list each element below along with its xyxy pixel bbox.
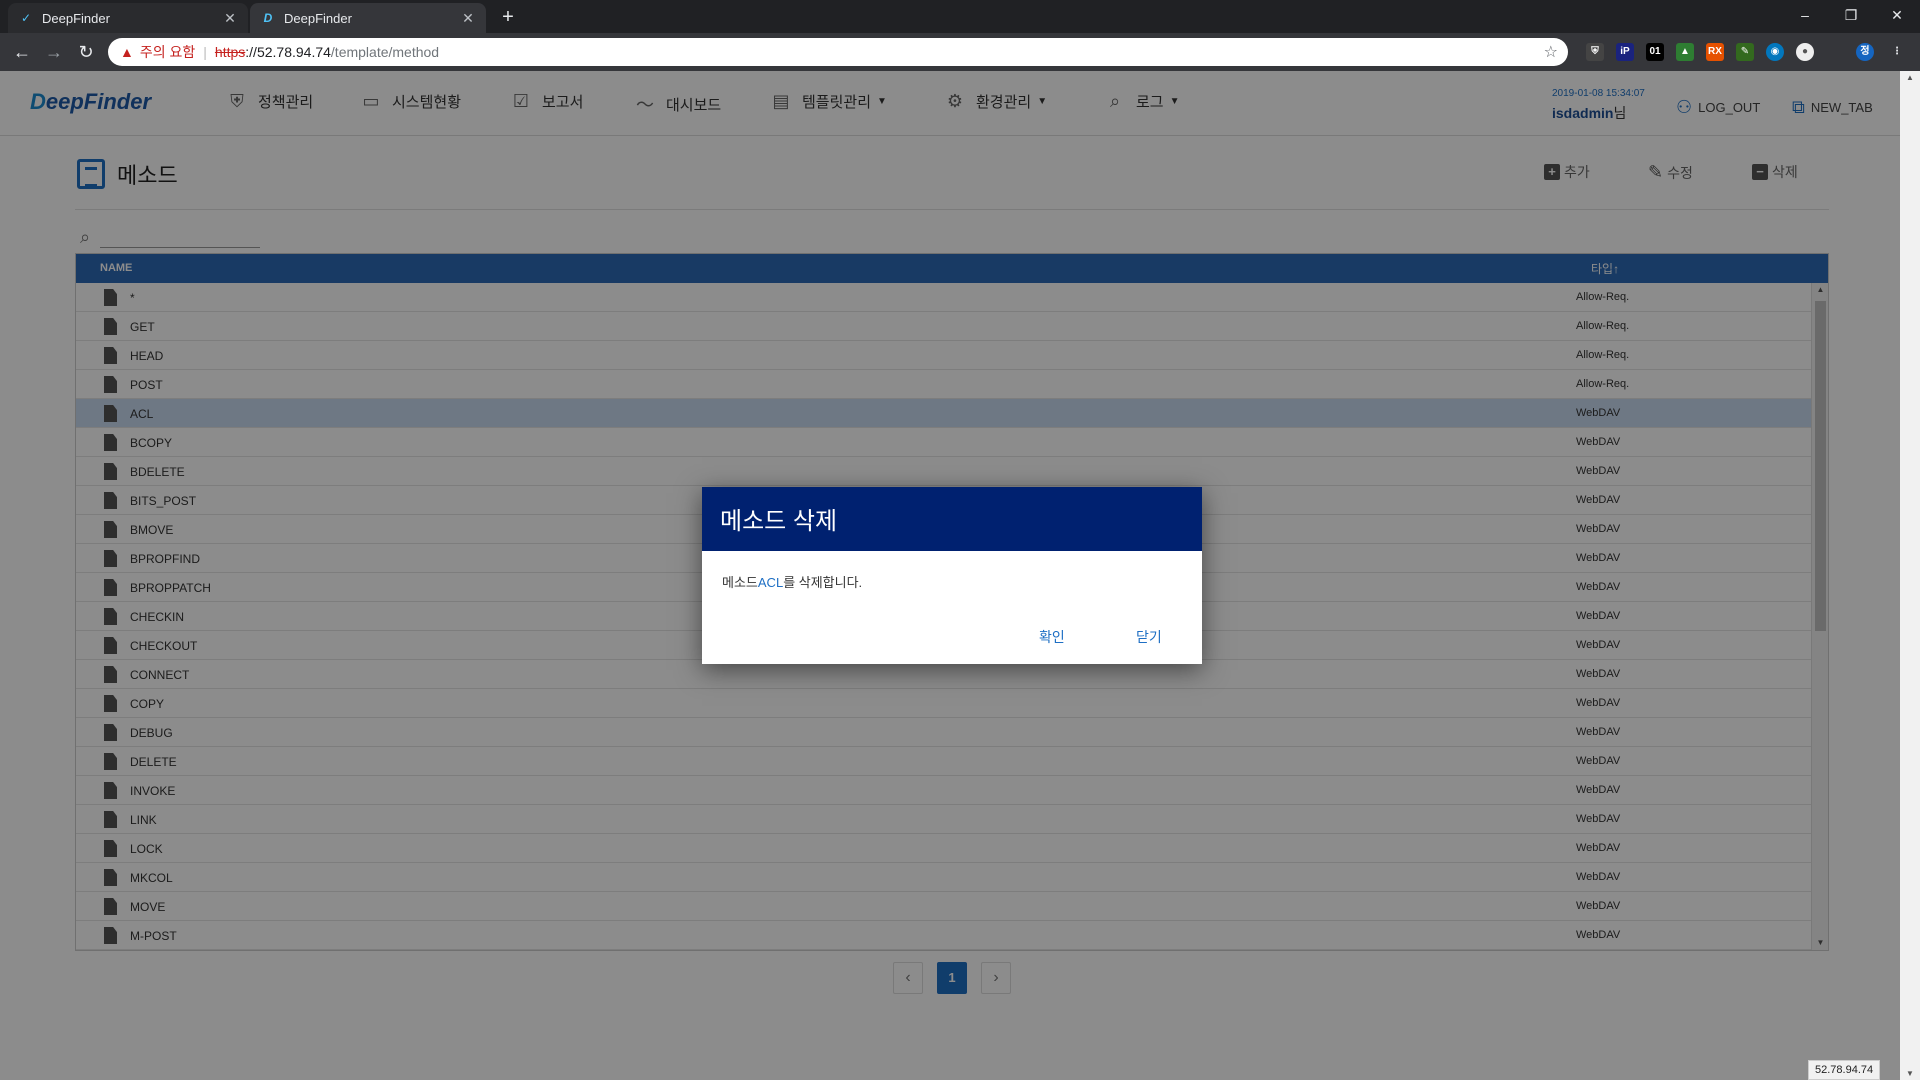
browser-tab-1[interactable]: ✓ DeepFinder ✕ — [8, 3, 248, 33]
new-tab-button[interactable]: + — [495, 5, 521, 31]
minimize-icon[interactable]: – — [1782, 0, 1828, 30]
extension-circle-icon[interactable]: ● — [1796, 43, 1814, 61]
extension-rx-icon[interactable]: RX — [1706, 43, 1724, 61]
dialog-message: 메소드ACL를 삭제합니다. — [722, 572, 862, 591]
close-window-icon[interactable]: ✕ — [1874, 0, 1920, 30]
restore-icon[interactable]: ❐ — [1828, 0, 1874, 30]
tab-title: DeepFinder — [42, 10, 110, 26]
reload-icon[interactable]: ↻ — [74, 40, 98, 64]
delete-method-dialog: 메소드 삭제 메소드ACL를 삭제합니다. 확인 닫기 — [702, 487, 1202, 664]
scroll-down-icon[interactable]: ▼ — [1900, 1069, 1920, 1078]
browser-window: ✓ DeepFinder ✕ D DeepFinder ✕ + – ❐ ✕ ← … — [0, 0, 1920, 1080]
tab-close-icon[interactable]: ✕ — [222, 10, 238, 27]
forward-icon[interactable]: → — [42, 40, 66, 64]
message-prefix: 메소드 — [722, 575, 758, 590]
dialog-title: 메소드 삭제 — [702, 487, 1202, 551]
status-url: 52.78.94.74 — [1808, 1060, 1881, 1080]
extension-mountain-icon[interactable]: ▲ — [1676, 43, 1694, 61]
url-protocol: https — [214, 44, 246, 60]
message-suffix: 를 삭제합니다. — [783, 575, 863, 590]
tab-close-icon[interactable]: ✕ — [460, 10, 476, 27]
address-bar[interactable]: ▲ 주의 요함 | https ://52.78.94.74 /template… — [108, 38, 1568, 66]
tab-strip: ✓ DeepFinder ✕ D DeepFinder ✕ + – ❐ ✕ — [0, 0, 1920, 33]
profile-avatar-icon[interactable]: 정 — [1856, 43, 1874, 61]
extension-ip-icon[interactable]: iP — [1616, 43, 1634, 61]
confirm-button[interactable]: 확인 — [1039, 627, 1065, 647]
close-button[interactable]: 닫기 — [1136, 627, 1162, 647]
omnibox-separator: | — [203, 44, 207, 60]
url-path: /template/method — [330, 44, 440, 60]
browser-tab-2[interactable]: D DeepFinder ✕ — [250, 3, 486, 33]
security-warning-label: 주의 요함 — [139, 44, 196, 60]
warning-icon: ▲ — [120, 44, 134, 60]
scroll-up-icon[interactable]: ▲ — [1900, 73, 1920, 82]
extension-globe-icon[interactable]: ◉ — [1766, 43, 1784, 61]
deepfinder-favicon-icon: ✓ — [20, 11, 32, 25]
extension-shield-icon[interactable]: ⛨ — [1586, 43, 1604, 61]
deepfinder-favicon-icon: D — [263, 11, 273, 25]
extension-01-icon[interactable]: 01 — [1646, 43, 1664, 61]
back-icon[interactable]: ← — [10, 40, 34, 64]
browser-toolbar: ← → ↻ ▲ 주의 요함 | https ://52.78.94.74 /te… — [0, 33, 1920, 71]
message-method-name: ACL — [757, 575, 784, 590]
tab-title: DeepFinder — [284, 10, 352, 26]
extension-pin-icon[interactable]: ✎ — [1736, 43, 1754, 61]
url-host: ://52.78.94.74 — [245, 44, 331, 60]
browser-menu-icon[interactable]: ⋮ — [1888, 43, 1906, 61]
page-scrollbar[interactable]: ▲ ▼ — [1900, 71, 1920, 1080]
bookmark-star-icon[interactable]: ☆ — [1544, 42, 1558, 62]
